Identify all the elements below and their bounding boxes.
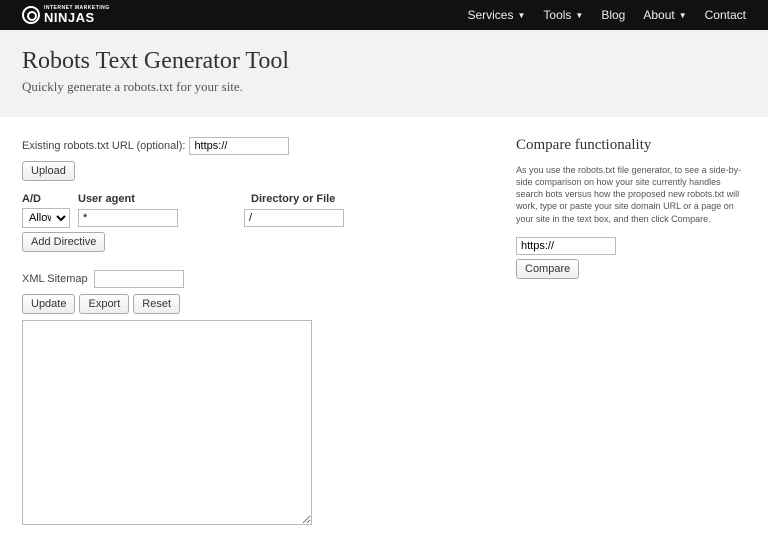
existing-url-label: Existing robots.txt URL (optional): <box>22 140 185 152</box>
nav-about-label: About <box>643 8 674 22</box>
add-directive-button[interactable]: Add Directive <box>22 232 105 252</box>
sitemap-label: XML Sitemap <box>22 273 88 285</box>
nav-contact[interactable]: Contact <box>705 8 746 22</box>
header-user-agent: User agent <box>78 193 178 205</box>
action-buttons: Update Export Reset <box>22 294 476 314</box>
brand-text: INTERNET MARKETING NINJAS <box>44 6 110 24</box>
compare-panel: Compare functionality As you use the rob… <box>516 137 746 528</box>
allow-deny-select[interactable]: Allow <box>22 208 70 228</box>
add-directive-row: Add Directive <box>22 232 476 252</box>
update-button[interactable]: Update <box>22 294 75 314</box>
generator-panel: Existing robots.txt URL (optional): Uplo… <box>22 137 476 528</box>
nav-menu: Services ▼ Tools ▼ Blog About ▼ Contact <box>467 8 746 22</box>
sitemap-row: XML Sitemap <box>22 270 476 288</box>
upload-row: Upload <box>22 161 476 181</box>
brand-name: NINJAS <box>44 11 110 24</box>
header-ad: A/D <box>22 193 70 205</box>
compare-button[interactable]: Compare <box>516 259 579 279</box>
chevron-down-icon: ▼ <box>517 11 525 20</box>
nav-tools-label: Tools <box>543 8 571 22</box>
compare-heading: Compare functionality <box>516 137 746 154</box>
export-button[interactable]: Export <box>79 294 129 314</box>
nav-about[interactable]: About ▼ <box>643 8 686 22</box>
ninja-swirl-icon <box>22 6 40 24</box>
existing-url-row: Existing robots.txt URL (optional): <box>22 137 476 155</box>
sitemap-input[interactable] <box>94 270 184 288</box>
page-header: Robots Text Generator Tool Quickly gener… <box>0 30 768 117</box>
page-subtitle: Quickly generate a robots.txt for your s… <box>22 79 746 95</box>
chevron-down-icon: ▼ <box>575 11 583 20</box>
brand-logo[interactable]: INTERNET MARKETING NINJAS <box>22 6 110 24</box>
directory-input[interactable] <box>244 209 344 227</box>
compare-description: As you use the robots.txt file generator… <box>516 164 746 225</box>
user-agent-input[interactable] <box>78 209 178 227</box>
robots-output-textarea[interactable] <box>22 320 312 525</box>
header-directory: Directory or File <box>251 193 335 205</box>
nav-contact-label: Contact <box>705 8 746 22</box>
existing-url-input[interactable] <box>189 137 289 155</box>
compare-url-input[interactable] <box>516 237 616 255</box>
nav-blog-label: Blog <box>601 8 625 22</box>
main-content: Existing robots.txt URL (optional): Uplo… <box>0 117 768 538</box>
top-nav: INTERNET MARKETING NINJAS Services ▼ Tool… <box>0 0 768 30</box>
upload-button[interactable]: Upload <box>22 161 75 181</box>
nav-services-label: Services <box>467 8 513 22</box>
directive-header: A/D User agent Directory or File <box>22 193 476 205</box>
chevron-down-icon: ▼ <box>679 11 687 20</box>
directive-row: Allow <box>22 208 476 228</box>
reset-button[interactable]: Reset <box>133 294 180 314</box>
nav-tools[interactable]: Tools ▼ <box>543 8 583 22</box>
nav-services[interactable]: Services ▼ <box>467 8 525 22</box>
nav-blog[interactable]: Blog <box>601 8 625 22</box>
page-title: Robots Text Generator Tool <box>22 48 746 75</box>
